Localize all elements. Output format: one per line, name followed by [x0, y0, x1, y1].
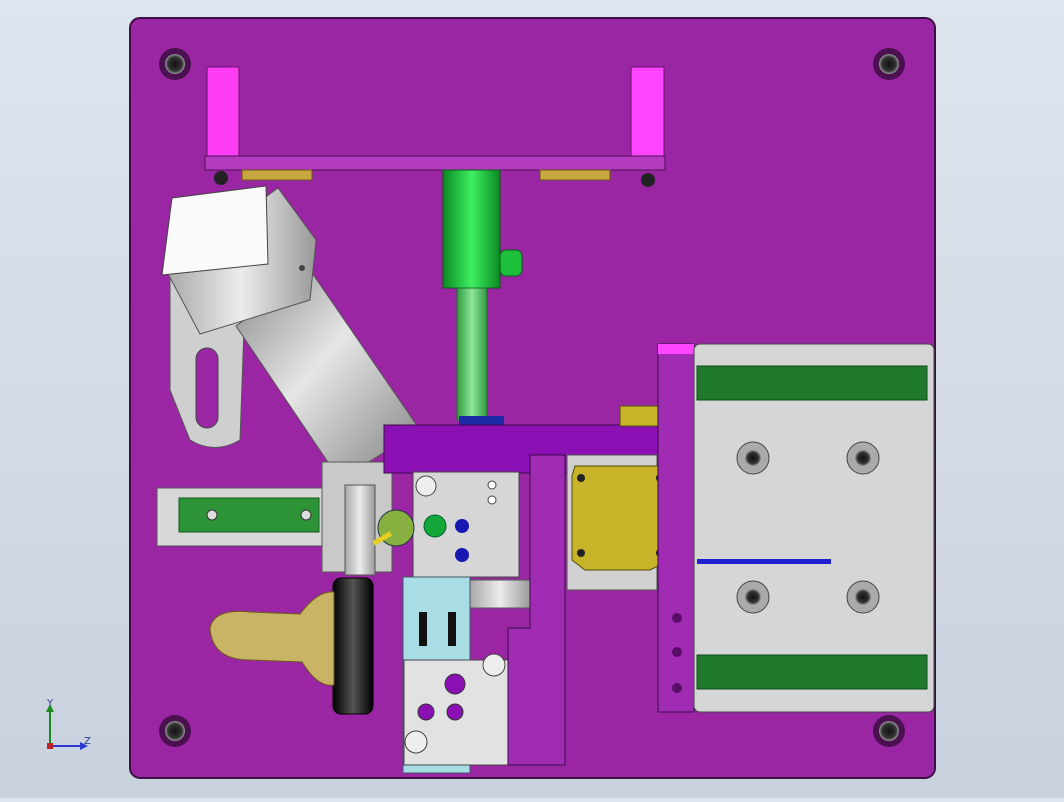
center-block-hole-large — [415, 475, 437, 497]
right-green-rail-top[interactable] — [696, 365, 928, 401]
corner-hole-bottom-right — [873, 715, 905, 747]
right-magenta-block[interactable] — [630, 66, 665, 158]
center-block-port-green[interactable] — [423, 514, 447, 538]
valve-body[interactable] — [344, 484, 376, 576]
lower-block-hole-2 — [417, 703, 435, 721]
rail-screw-1 — [206, 509, 218, 521]
frame-hole-1 — [672, 613, 682, 623]
bracket-slot — [195, 347, 219, 429]
yellow-tab — [619, 405, 659, 427]
axis-icon — [46, 704, 88, 750]
cyan-slot-1 — [419, 612, 427, 646]
blue-indicator-line — [697, 559, 831, 564]
black-handle[interactable] — [332, 577, 374, 715]
center-block-screw-2 — [487, 495, 497, 505]
lower-block-knob-1[interactable] — [482, 653, 506, 677]
actuator-cap[interactable] — [161, 185, 269, 276]
corner-hole-top-left — [159, 48, 191, 80]
frame-hole-3 — [672, 683, 682, 693]
top-bracket[interactable] — [204, 155, 666, 171]
lower-block-hole-3 — [446, 703, 464, 721]
left-green-rail[interactable] — [178, 497, 320, 533]
corner-hole-bottom-left — [159, 715, 191, 747]
bracket-bolt-left — [214, 171, 228, 185]
slide-hole-2 — [846, 441, 880, 475]
bracket-shim-right — [539, 169, 611, 181]
actuator-screw — [299, 265, 305, 271]
right-green-rail-bottom[interactable] — [696, 654, 928, 690]
horizontal-cylinder[interactable] — [469, 579, 531, 609]
cyan-slot-2 — [448, 612, 456, 646]
left-magenta-block[interactable] — [206, 66, 240, 158]
cad-viewport[interactable]: Y Z — [0, 0, 1064, 798]
cylinder-body[interactable] — [442, 169, 501, 289]
axis-z-label: Z — [84, 736, 91, 747]
cylinder-rod[interactable] — [456, 287, 488, 421]
center-block-port-blue-2 — [455, 548, 469, 562]
lower-block-knob-2[interactable] — [404, 730, 428, 754]
center-block-screw-1 — [487, 480, 497, 490]
slide-hole-4 — [846, 580, 880, 614]
slide-hole-1 — [736, 441, 770, 475]
center-block-port-blue-1 — [455, 519, 469, 533]
lower-block-hole-1 — [444, 673, 466, 695]
frame-hole-2 — [672, 647, 682, 657]
bracket-shim-left — [241, 169, 313, 181]
axis-triad: Y Z — [38, 698, 98, 760]
motor-screw-1 — [577, 474, 585, 482]
axis-y-label: Y — [47, 698, 54, 709]
slide-hole-3 — [736, 580, 770, 614]
yellow-motor-plate[interactable] — [571, 465, 671, 571]
rail-screw-2 — [300, 509, 312, 521]
corner-hole-top-right — [873, 48, 905, 80]
motor-screw-3 — [577, 549, 585, 557]
cylinder-port[interactable] — [499, 249, 523, 277]
right-slide-cap — [658, 344, 694, 354]
assembly-drawing[interactable] — [0, 0, 1064, 798]
bracket-bolt-right — [641, 173, 655, 187]
